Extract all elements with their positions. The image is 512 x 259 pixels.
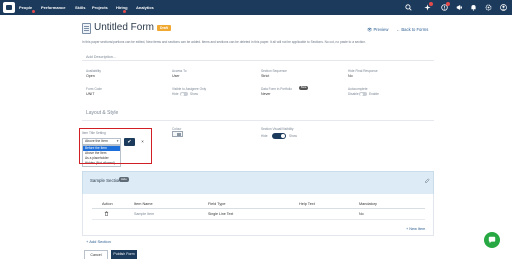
- column-header-mandatory: Mandatory: [359, 202, 377, 206]
- description-placeholder: Add Description...: [86, 55, 116, 59]
- autocomplete-label: Autocomplete: [348, 87, 368, 91]
- nav-item-performance[interactable]: Performance: [41, 5, 65, 10]
- section-visibility-toggle[interactable]: [272, 133, 286, 139]
- hide-final-response-label: Hide Final Response: [348, 69, 378, 73]
- beta-badge: Beta: [299, 86, 309, 90]
- hide-final-response-value[interactable]: No: [348, 74, 353, 78]
- user-icon[interactable]: [500, 4, 507, 11]
- section-sequence-value[interactable]: Strict: [261, 74, 269, 78]
- section-title[interactable]: Sample Section: [90, 178, 121, 183]
- item-name-cell[interactable]: Sample Item: [134, 212, 154, 216]
- description-field[interactable]: [82, 51, 434, 61]
- column-header-item-name: Item Name: [134, 202, 153, 206]
- notification-dot: [123, 10, 126, 13]
- add-section-link[interactable]: + Add Section: [86, 239, 111, 244]
- bell-icon[interactable]: [470, 4, 477, 11]
- status-badge: Draft: [157, 25, 171, 31]
- layout-style-heading: Layout & Style: [86, 110, 119, 116]
- section-card-header: [82, 171, 434, 194]
- badge-dot: [446, 2, 450, 6]
- nav-item-projects[interactable]: Projects: [92, 5, 108, 10]
- column-header-help-text: Help Text: [299, 202, 315, 206]
- data-form-portfolio-label: Data Form in Portfolio: [261, 87, 293, 91]
- section-visibility-on: Show: [289, 134, 297, 138]
- chat-button[interactable]: [484, 232, 500, 248]
- badge-dot: [429, 2, 433, 6]
- visible-to-assignee-off: Hide: [172, 92, 179, 96]
- logo-icon[interactable]: [3, 2, 15, 13]
- trash-icon[interactable]: [104, 211, 109, 216]
- data-form-portfolio-value[interactable]: Never: [261, 92, 271, 96]
- form-code-value[interactable]: UNIT: [86, 92, 94, 96]
- visible-to-assignee-label: Visible to Assignee Only: [172, 87, 207, 91]
- section-badge: Hide: [119, 177, 129, 182]
- highlight-box: [79, 128, 152, 164]
- publish-form-button[interactable]: Publish Form: [111, 250, 137, 259]
- page-subtitle: In this paper sections/portions can be e…: [82, 40, 366, 44]
- autocomplete-off: Disable: [348, 92, 359, 96]
- section-sequence-label: Section Sequence: [261, 69, 287, 73]
- nav-item-analytics[interactable]: Analytics: [136, 5, 154, 10]
- visible-to-assignee-on: Show: [190, 92, 198, 96]
- autocomplete-toggle[interactable]: [359, 92, 367, 96]
- mandatory-cell: No: [359, 212, 364, 216]
- back-to-forms-link[interactable]: ← Back to Forms: [396, 27, 428, 32]
- colour-picker[interactable]: [172, 131, 183, 137]
- access-to-label: Access To: [172, 69, 187, 73]
- preview-label: Preview: [373, 27, 389, 32]
- settings-icon[interactable]: [485, 4, 492, 11]
- edit-icon[interactable]: [425, 178, 430, 183]
- field-type-cell: Single Line Text: [208, 212, 234, 216]
- back-to-forms-label: Back to Forms: [401, 27, 429, 32]
- new-item-link[interactable]: + New Item: [406, 227, 425, 231]
- visible-to-assignee-toggle[interactable]: [180, 92, 188, 96]
- autocomplete-on: Enable: [369, 92, 379, 96]
- top-nav-bar: People Performance Skills Projects Hirin…: [0, 0, 512, 15]
- nav-item-hiring[interactable]: Hiring: [116, 5, 128, 10]
- section-visibility-label: Section Visual/Visibility: [261, 127, 294, 131]
- table-header-divider: [92, 208, 425, 209]
- preview-link[interactable]: 👁 Preview: [367, 27, 388, 33]
- megaphone-icon[interactable]: [456, 4, 463, 11]
- notification-dot: [32, 10, 35, 13]
- availability-value[interactable]: Open: [86, 74, 95, 78]
- cancel-form-button[interactable]: Cancel: [84, 250, 108, 259]
- column-header-action: Action: [102, 202, 113, 206]
- form-icon: [82, 23, 91, 34]
- column-header-field-type: Field Type: [208, 202, 226, 206]
- row-divider: [92, 219, 425, 220]
- search-icon[interactable]: [405, 4, 412, 11]
- divider: [82, 120, 434, 121]
- access-to-value[interactable]: User: [172, 74, 180, 78]
- nav-item-skills[interactable]: Skills: [75, 5, 85, 10]
- availability-label: Availability: [86, 69, 102, 73]
- nav-item-people[interactable]: People: [19, 5, 32, 10]
- chat-icon: [488, 236, 496, 244]
- form-code-label: Form Code: [86, 87, 102, 91]
- page-title[interactable]: Untitled Form: [94, 22, 154, 33]
- section-visibility-off: Hide: [261, 134, 268, 138]
